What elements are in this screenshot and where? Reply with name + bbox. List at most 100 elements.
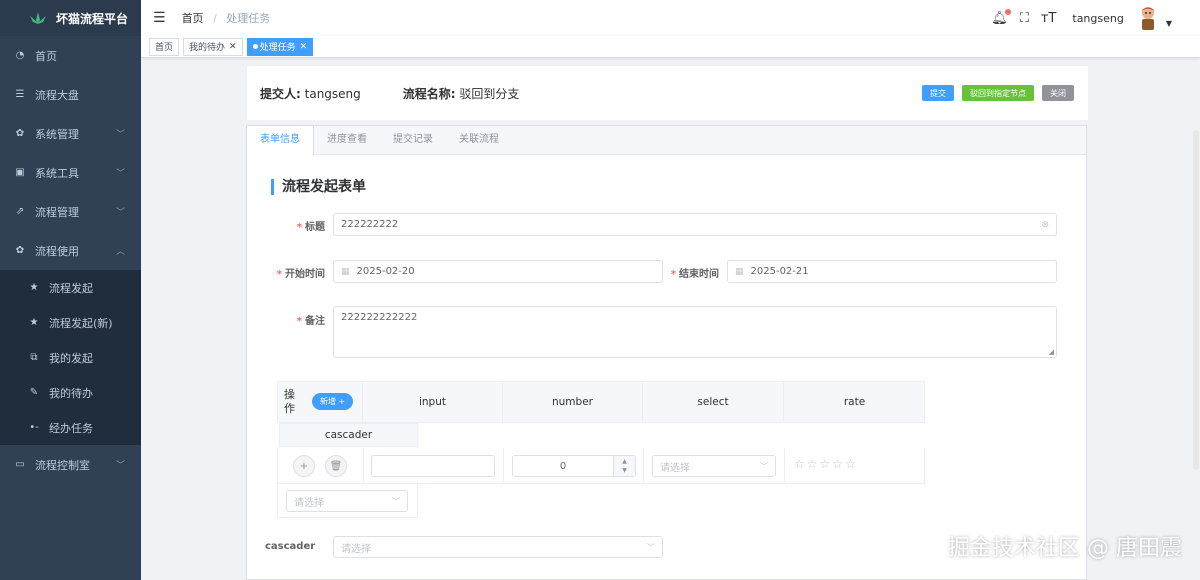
app-logo[interactable]: 坏猫流程平台 <box>0 0 141 36</box>
submitter-label: 提交人: <box>260 86 301 101</box>
star-icon[interactable]: ☆ <box>832 457 843 471</box>
tag-home[interactable]: 首页 <box>149 37 180 56</box>
column-header-input: input <box>363 382 503 422</box>
reject-to-node-button[interactable]: 驳回到指定节点 <box>962 85 1034 101</box>
trash-icon[interactable]: 🗑︎ <box>325 455 347 477</box>
column-header-select: select <box>643 382 784 422</box>
remark-textarea[interactable]: 222222222222 ◢ <box>333 306 1057 358</box>
breadcrumb-home[interactable]: 首页 <box>182 12 204 25</box>
sidebar-subitem-start-flow-new[interactable]: ★ 流程发起(新) <box>0 305 141 340</box>
star-icon[interactable]: ☆ <box>794 457 805 471</box>
remark-label: * 备注 <box>277 312 325 327</box>
chevron-down-icon[interactable]: ▼ <box>622 466 627 475</box>
tag-my-todo[interactable]: 我的待办 ✕ <box>183 37 243 56</box>
sidebar-item-flow-admin[interactable]: ⇗ 流程管理 ﹀ <box>0 192 141 231</box>
submenu-flow-use: ★ 流程发起 ★ 流程发起(新) ⧉ 我的发起 ✎ 我的待办 •- 经办任务 <box>0 270 141 445</box>
bell-icon[interactable]: 🔔︎ <box>991 8 1011 26</box>
tab-submit-records[interactable]: 提交记录 <box>380 126 446 154</box>
sidebar-subitem-handled-tasks[interactable]: •- 经办任务 <box>0 410 141 445</box>
sidebar-subitem-label: 经办任务 <box>49 421 93 435</box>
row-select[interactable]: 请选择 ﹀ <box>652 455 776 477</box>
hamburger-icon[interactable]: ☰ <box>153 10 166 26</box>
submit-button[interactable]: 提交 <box>922 85 954 101</box>
dashboard-icon: ◔ <box>15 50 25 61</box>
title-input-value: 222222222 <box>341 219 399 230</box>
row-rate[interactable]: ☆ ☆ ☆ ☆ ☆ <box>794 457 858 471</box>
close-icon[interactable]: ✕ <box>300 42 308 52</box>
clear-icon[interactable]: ⊗ <box>1041 220 1049 230</box>
flow-name-info: 流程名称: 驳回到分支 <box>403 85 520 102</box>
tab-form-info[interactable]: 表单信息 <box>247 126 314 155</box>
flow-name-label: 流程名称: <box>402 86 456 101</box>
star-icon[interactable]: ☆ <box>807 457 818 471</box>
required-mark: * <box>296 316 302 327</box>
column-header-number: number <box>503 382 643 422</box>
breadcrumb-current: 处理任务 <box>226 12 271 25</box>
monitor-icon: ▭ <box>15 459 25 470</box>
submitter-info: 提交人: tangseng <box>260 85 361 102</box>
title-label-text: 标题 <box>305 222 325 233</box>
remark-value: 222222222222 <box>341 312 418 323</box>
add-row-icon[interactable]: + <box>293 455 315 477</box>
required-mark: * <box>296 222 302 233</box>
title-input[interactable]: 222222222 ⊗ <box>333 213 1057 236</box>
chevron-up-icon: ︿ <box>115 247 125 257</box>
sidebar-item-flow-use[interactable]: ✿ 流程使用 ︿ <box>0 231 141 270</box>
tab-progress[interactable]: 进度查看 <box>314 126 380 154</box>
flow-icon: ⇗ <box>15 206 25 217</box>
divider <box>643 448 644 483</box>
tag-handle-task[interactable]: 处理任务 ✕ <box>246 37 314 56</box>
sidebar-item-label: 流程控制室 <box>35 458 90 472</box>
cascader-placeholder: 请选择 <box>341 543 371 555</box>
chevron-up-icon[interactable]: ▲ <box>622 457 627 466</box>
resize-handle-icon[interactable]: ◢ <box>1049 348 1054 356</box>
scrollbar-thumb[interactable] <box>1193 130 1199 470</box>
font-size-icon[interactable]: тT <box>1041 11 1057 26</box>
sidebar-item-flow-board[interactable]: ☰ 流程大盘 <box>0 75 141 114</box>
sidebar-item-home[interactable]: ◔ 首页 <box>0 36 141 75</box>
row-input-field[interactable] <box>371 455 495 477</box>
right-menu: 🔔︎ ⛶ тT tangseng ▼ <box>991 0 1172 36</box>
number-spinner[interactable]: ▲ ▼ <box>613 456 635 476</box>
sidebar-subitem-my-started[interactable]: ⧉ 我的发起 <box>0 340 141 375</box>
calendar-icon: ▦ <box>735 266 744 277</box>
username[interactable]: tangseng <box>1072 12 1123 25</box>
sidebar-item-flow-control[interactable]: ▭ 流程控制室 ﹀ <box>0 445 141 484</box>
start-date-picker[interactable]: ▦ 2025-02-20 <box>333 260 663 283</box>
row-cascader[interactable]: 请选择 ﹀ <box>286 490 408 512</box>
sidebar-subitem-start-flow[interactable]: ★ 流程发起 <box>0 270 141 305</box>
submitter-value: tangseng <box>304 86 361 101</box>
column-header-rate: rate <box>843 396 866 408</box>
avatar[interactable] <box>1136 5 1160 31</box>
sidebar-subitem-label: 流程发起 <box>49 281 93 295</box>
start-time-label: * 开始时间 <box>267 265 325 280</box>
sidebar-item-label: 流程大盘 <box>35 88 79 102</box>
breadcrumb-separator: / <box>213 12 217 25</box>
scrollbar[interactable] <box>1192 60 1200 580</box>
close-button[interactable]: 关闭 <box>1042 85 1074 101</box>
sidebar-item-label: 流程管理 <box>35 205 79 219</box>
gear-icon: ✿ <box>15 128 25 139</box>
cascader-select[interactable]: 请选择 ﹀ <box>333 536 663 558</box>
remark-label-text: 备注 <box>305 316 325 327</box>
star-icon[interactable]: ☆ <box>820 457 831 471</box>
end-date-picker[interactable]: ▦ 2025-02-21 <box>727 260 1057 283</box>
divider <box>363 448 364 483</box>
required-mark: * <box>276 269 282 280</box>
sidebar-item-system-admin[interactable]: ✿ 系统管理 ﹀ <box>0 114 141 153</box>
end-time-label: * 结束时间 <box>661 265 719 280</box>
fullscreen-icon[interactable]: ⛶ <box>1020 11 1029 26</box>
select-placeholder: 请选择 <box>660 462 690 474</box>
close-icon[interactable]: ✕ <box>229 42 237 52</box>
sidebar-subitem-my-todo[interactable]: ✎ 我的待办 <box>0 375 141 410</box>
star-icon[interactable]: ☆ <box>845 457 856 471</box>
tag-label: 首页 <box>155 43 174 53</box>
toolbox-icon: ▣ <box>15 167 25 178</box>
caret-down-icon[interactable]: ▼ <box>1166 19 1172 28</box>
subtable-op-header: 操作 新增 + <box>278 382 363 422</box>
add-row-button[interactable]: 新增 + <box>312 393 354 410</box>
row-number-stepper[interactable]: 0 ▲ ▼ <box>512 455 636 477</box>
sidebar-item-system-tools[interactable]: ▣ 系统工具 ﹀ <box>0 153 141 192</box>
divider <box>503 448 504 483</box>
tab-related-flows[interactable]: 关联流程 <box>446 126 512 154</box>
